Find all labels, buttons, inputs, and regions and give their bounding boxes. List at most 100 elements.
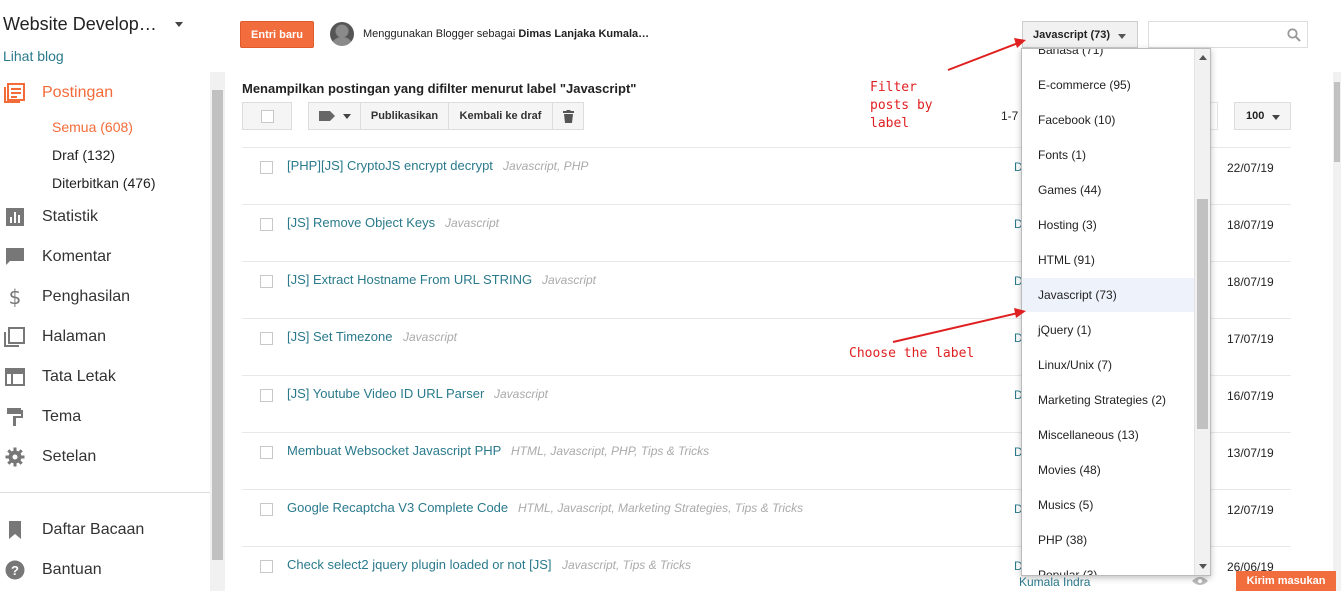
- post-title-link[interactable]: [JS] Youtube Video ID URL Parser: [287, 386, 484, 401]
- label-filter-select[interactable]: Javascript (73): [1022, 21, 1138, 48]
- sidebar-item-label: Bantuan: [42, 561, 102, 578]
- row-checkbox[interactable]: [260, 161, 273, 174]
- trash-icon: [562, 109, 574, 123]
- delete-button[interactable]: [552, 102, 584, 130]
- post-labels[interactable]: Javascript: [445, 216, 499, 230]
- post-labels[interactable]: Javascript, PHP: [503, 159, 588, 173]
- page-size-select[interactable]: 100: [1234, 102, 1291, 130]
- sidebar-item-label: Tema: [42, 408, 82, 425]
- dropdown-item[interactable]: Marketing Strategies (2): [1022, 383, 1194, 417]
- layout-icon: [1, 365, 29, 389]
- post-labels[interactable]: Javascript, Tips & Tricks: [562, 558, 691, 572]
- post-author[interactable]: Kumala Indra: [1019, 575, 1090, 589]
- sidebar-subitem-all[interactable]: Semua (608): [52, 119, 133, 135]
- sidebar-item-help[interactable]: ? Bantuan: [0, 558, 102, 582]
- sidebar-item-label: Halaman: [42, 328, 107, 345]
- post-labels[interactable]: Javascript: [494, 387, 548, 401]
- sidebar-item-stats[interactable]: Statistik: [0, 205, 98, 229]
- sidebar-item-label: Penghasilan: [42, 288, 131, 305]
- post-date: 22/07/19: [1227, 161, 1274, 175]
- new-post-button[interactable]: Entri baru: [240, 21, 314, 48]
- revert-to-draft-button[interactable]: Kembali ke draf: [448, 102, 553, 130]
- row-checkbox[interactable]: [260, 332, 273, 345]
- sidebar-item-posts[interactable]: Postingan: [0, 81, 113, 105]
- sidebar-item-settings[interactable]: Setelan: [0, 445, 96, 469]
- dropdown-item[interactable]: Popular (3): [1022, 558, 1194, 575]
- dollar-icon: $: [8, 285, 22, 309]
- dropdown-item[interactable]: Musics (5): [1022, 488, 1194, 522]
- view-blog-link[interactable]: Lihat blog: [3, 48, 64, 64]
- sidebar-item-theme[interactable]: Tema: [0, 405, 81, 429]
- label-button[interactable]: [308, 102, 361, 130]
- stats-icon: [1, 205, 29, 229]
- sidebar-item-comments[interactable]: Komentar: [0, 245, 111, 269]
- sidebar-item-pages[interactable]: Halaman: [0, 325, 106, 349]
- checkbox[interactable]: [260, 109, 274, 123]
- sidebar-item-label: Daftar Bacaan: [42, 521, 145, 538]
- dropdown-item[interactable]: Fonts (1): [1022, 138, 1194, 172]
- feedback-button[interactable]: Kirim masukan: [1236, 571, 1336, 591]
- blog-title[interactable]: Website Develop…: [3, 14, 157, 35]
- dropdown-item[interactable]: E-commerce (95): [1022, 68, 1194, 102]
- scroll-up-icon[interactable]: [1199, 55, 1207, 60]
- dropdown-item[interactable]: Bahasa (71): [1022, 49, 1194, 67]
- row-checkbox[interactable]: [260, 446, 273, 459]
- search-input[interactable]: [1148, 21, 1308, 48]
- sidebar-item-reading-list[interactable]: Daftar Bacaan: [0, 518, 144, 542]
- row-checkbox[interactable]: [260, 389, 273, 402]
- page-scrollbar-thumb[interactable]: [1334, 82, 1340, 162]
- scroll-down-icon[interactable]: [1199, 564, 1207, 569]
- row-checkbox[interactable]: [260, 503, 273, 516]
- blog-selector[interactable]: Website Develop…: [3, 14, 183, 35]
- dropdown-scrollbar-thumb[interactable]: [1197, 199, 1208, 429]
- dropdown-item[interactable]: Facebook (10): [1022, 103, 1194, 137]
- post-labels[interactable]: Javascript: [542, 273, 596, 287]
- sidebar-subitem-draft[interactable]: Draf (132): [52, 147, 115, 163]
- select-all-checkbox[interactable]: [242, 102, 292, 130]
- post-title-link[interactable]: [JS] Remove Object Keys: [287, 215, 435, 230]
- post-title-link[interactable]: Google Recaptcha V3 Complete Code: [287, 500, 508, 515]
- row-checkbox[interactable]: [260, 275, 273, 288]
- search-icon[interactable]: [1287, 28, 1301, 42]
- chevron-down-icon[interactable]: [174, 22, 183, 27]
- dropdown-item[interactable]: HTML (91): [1022, 243, 1194, 277]
- sidebar-subitem-published[interactable]: Diterbitkan (476): [52, 175, 156, 191]
- post-labels[interactable]: HTML, Javascript, PHP, Tips & Tricks: [511, 444, 709, 458]
- label-dropdown[interactable]: Bahasa (71) E-commerce (95) Facebook (10) F…: [1021, 48, 1211, 576]
- row-checkbox[interactable]: [260, 218, 273, 231]
- dropdown-item[interactable]: Linux/Unix (7): [1022, 348, 1194, 382]
- post-labels[interactable]: HTML, Javascript, Marketing Strategies, …: [518, 501, 803, 515]
- post-title-link[interactable]: [PHP][JS] CryptoJS encrypt decrypt: [287, 158, 493, 173]
- avatar[interactable]: [330, 22, 354, 46]
- post-date: 16/07/19: [1227, 389, 1274, 403]
- post-title-link[interactable]: [JS] Set Timezone: [287, 329, 393, 344]
- dropdown-item[interactable]: jQuery (1): [1022, 313, 1194, 347]
- dropdown-item[interactable]: Movies (48): [1022, 453, 1194, 487]
- post-date: 13/07/19: [1227, 446, 1274, 460]
- posts-icon: [1, 81, 29, 105]
- annotation-filter: Filter posts by label: [870, 80, 933, 131]
- sidebar-scrollbar[interactable]: [210, 72, 225, 591]
- publish-button[interactable]: Publikasikan: [360, 102, 449, 130]
- comment-icon: [1, 245, 29, 269]
- dropdown-item[interactable]: Hosting (3): [1022, 208, 1194, 242]
- sidebar-item-layout[interactable]: Tata Letak: [0, 365, 116, 389]
- label-filter-value: Javascript (73): [1033, 28, 1111, 41]
- dropdown-item[interactable]: Miscellaneous (13): [1022, 418, 1194, 452]
- bookmark-icon: [1, 518, 29, 542]
- post-title-link[interactable]: [JS] Extract Hostname From URL STRING: [287, 272, 532, 287]
- post-title-link[interactable]: Check select2 jquery plugin loaded or no…: [287, 557, 552, 572]
- sidebar-item-earnings[interactable]: $ Penghasilan: [0, 285, 130, 309]
- post-date: 18/07/19: [1227, 218, 1274, 232]
- sidebar-divider: [0, 492, 210, 493]
- post-labels[interactable]: Javascript: [403, 330, 457, 344]
- dropdown-item[interactable]: Javascript (73): [1022, 278, 1194, 312]
- post-title-link[interactable]: Membuat Websocket Javascript PHP: [287, 443, 501, 458]
- user-info: Menggunakan Blogger sebagai Dimas Lanjak…: [363, 28, 649, 40]
- page-scrollbar[interactable]: [1333, 72, 1341, 591]
- dropdown-scrollbar[interactable]: [1194, 49, 1210, 575]
- dropdown-item[interactable]: Games (44): [1022, 173, 1194, 207]
- sidebar-scrollbar-thumb[interactable]: [212, 90, 223, 560]
- row-checkbox[interactable]: [260, 560, 273, 573]
- dropdown-item[interactable]: PHP (38): [1022, 523, 1194, 557]
